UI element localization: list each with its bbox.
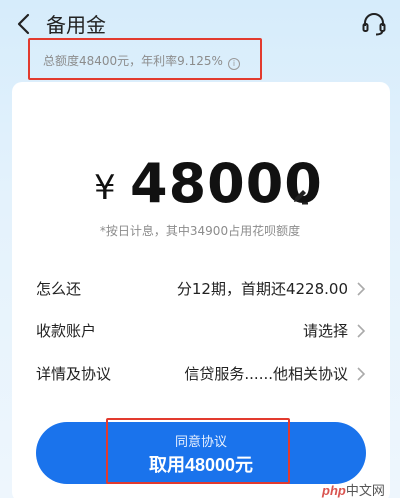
watermark-site: 中文网 <box>345 483 385 498</box>
chevron-right-icon <box>357 367 366 381</box>
currency-symbol: ¥ <box>94 168 116 208</box>
agree-label: 同意协议 <box>174 434 227 449</box>
quota-highlight-box: 总额度48400元，年利率9.125% i <box>28 38 262 80</box>
agreement-label: 详情及协议 <box>36 365 112 383</box>
payee-account-value: 请选择 <box>302 322 348 340</box>
customer-service-button[interactable] <box>360 10 388 38</box>
page-title: 备用金 <box>46 13 106 37</box>
payee-account-label: 收款账户 <box>36 322 97 340</box>
chevron-right-icon <box>357 282 366 296</box>
withdraw-label: 取用48000元 <box>148 455 254 475</box>
info-icon[interactable]: i <box>227 58 240 70</box>
back-button[interactable] <box>12 10 38 38</box>
edit-amount-button[interactable] <box>290 186 310 206</box>
quota-summary: 总额度48400元，年利率9.125% i <box>43 52 240 70</box>
quota-summary-text: 总额度48400元，年利率9.125% <box>43 54 223 68</box>
repayment-value: 分12期，首期还4228.00 <box>176 280 348 298</box>
site-watermark: php中文网 <box>322 480 400 498</box>
agree-and-withdraw-button[interactable]: 同意协议 取用48000元 <box>36 422 366 484</box>
watermark-brand: php <box>322 483 346 498</box>
pencil-icon <box>294 190 308 205</box>
repayment-label: 怎么还 <box>36 280 82 298</box>
agreement-row[interactable]: 详情及协议 信贷服务......他相关协议 <box>30 353 370 393</box>
headset-icon <box>362 13 386 36</box>
chevron-left-icon <box>17 13 30 35</box>
interest-note: *按日计息，其中34900占用花呗额度 <box>99 224 301 238</box>
payee-account-row[interactable]: 收款账户 请选择 <box>30 310 370 350</box>
loan-amount-row: ¥ 48000 <box>0 148 400 215</box>
agreement-value: 信贷服务......他相关协议 <box>184 365 348 383</box>
repayment-row[interactable]: 怎么还 分12期，首期还4228.00 <box>30 268 370 308</box>
chevron-right-icon <box>357 324 366 338</box>
